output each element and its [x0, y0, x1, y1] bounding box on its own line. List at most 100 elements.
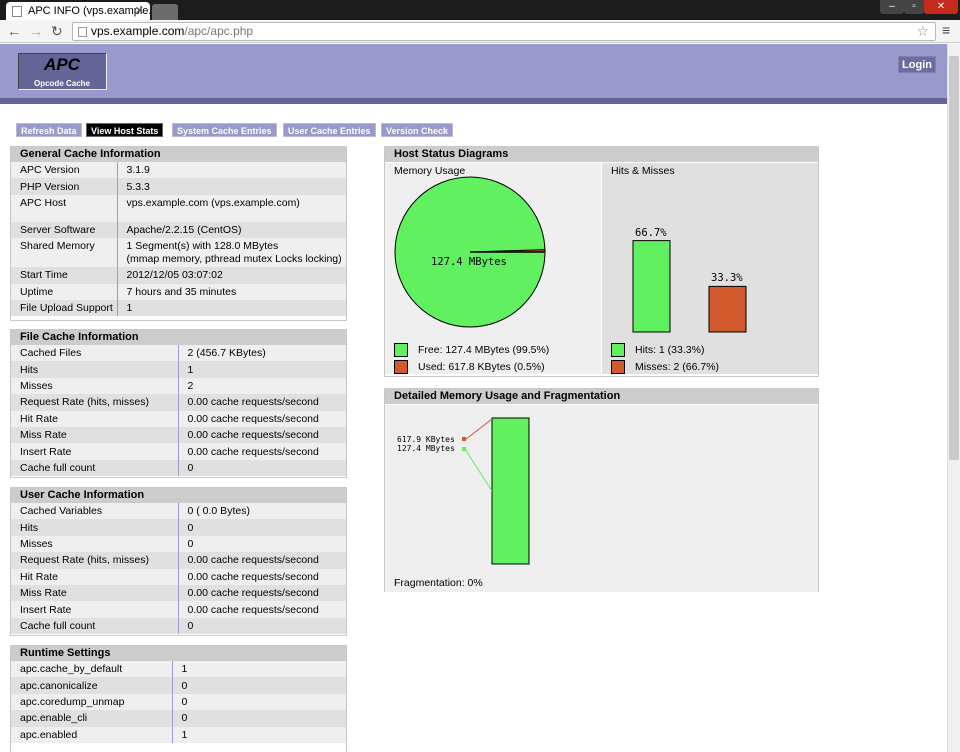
url-field[interactable]: vps.example.com/apc/apc.php ☆ [72, 22, 936, 41]
new-tab-button[interactable] [152, 4, 178, 20]
row-value: 0 [177, 459, 346, 477]
browser-tab[interactable]: APC INFO (vps.example.co ✕ [6, 2, 150, 20]
table-row: Cache full count 0 [11, 617, 346, 635]
shared-memory-line2: (mmap memory, pthread mutex Locks lockin… [126, 253, 342, 266]
bar-left-label: 66.7% [635, 226, 667, 239]
page-icon [12, 6, 22, 17]
row-label: apc.cache_by_default [11, 661, 172, 678]
bar-right-label: 33.3% [711, 272, 743, 285]
general-cache-panel: General Cache Information APC Version 3.1… [10, 146, 347, 321]
panel-title: Host Status Diagrams [385, 147, 818, 162]
back-icon[interactable]: ← [7, 23, 21, 39]
row-value: 0 [171, 677, 346, 694]
panel-title: File Cache Information [11, 330, 346, 345]
row-label: Misses [11, 377, 178, 395]
host-status-panel: Host Status Diagrams Memory Usage 127.4 … [384, 146, 819, 377]
row-label: apc.coredump_unmap [11, 693, 172, 711]
user-cache-entries-button[interactable]: User Cache Entries [283, 123, 376, 137]
row-label: Misses [11, 535, 178, 553]
table-row: Uptime 7 hours and 35 minutes [11, 283, 346, 300]
shared-memory-line1: 1 Segment(s) with 128.0 MBytes [126, 240, 279, 253]
legend-hits: Hits: 1 (33.3%) [635, 344, 705, 356]
row-label: Insert Rate [11, 601, 178, 618]
hits-misses-bar-chart [632, 240, 747, 333]
version-check-button[interactable]: Version Check [381, 123, 454, 137]
reload-icon[interactable]: ↻ [51, 23, 63, 39]
page-header: APC Opcode Cache Login [0, 44, 947, 98]
url-host: vps.example.com [91, 24, 185, 38]
menu-icon[interactable]: ≡ [942, 22, 950, 38]
row-label: Shared Memory [11, 238, 117, 268]
row-value: 1 [177, 361, 346, 378]
scrollbar-thumb[interactable] [949, 56, 959, 460]
row-label: Hits [11, 519, 178, 536]
row-value: 2 (456.7 KBytes) [177, 345, 346, 362]
row-label: Miss Rate [11, 426, 178, 444]
row-value: 3.1.9 [116, 162, 346, 179]
row-label: Request Rate (hits, misses) [11, 394, 178, 411]
legend-swatch-hits [611, 343, 625, 357]
free-marker [462, 447, 466, 451]
address-bar: ← → ↻ vps.example.com/apc/apc.php ☆ ≡ [0, 20, 960, 43]
table-row: Hit Rate 0.00 cache requests/second [11, 568, 346, 585]
row-value: 2012/12/05 03:07:02 [116, 267, 346, 284]
row-value: 5.3.3 [116, 178, 346, 195]
panel-title: Runtime Settings [11, 646, 346, 661]
view-host-stats-button[interactable]: View Host Stats [86, 123, 164, 137]
table-row: Request Rate (hits, misses) 0.00 cache re… [11, 394, 346, 411]
system-cache-entries-button[interactable]: System Cache Entries [172, 123, 277, 137]
table-row: apc.cache_by_default 1 [11, 661, 346, 678]
hits-misses-column: Hits & Misses 66.7% 33.3% Hits: 1 (33.3%… [602, 163, 818, 374]
table-row: Start Time 2012/12/05 03:07:02 [11, 267, 346, 284]
row-value: 0.00 cache requests/second [177, 443, 346, 460]
row-label: Miss Rate [11, 584, 178, 602]
maximize-icon[interactable]: ▫ [904, 0, 924, 14]
table-row: Miss Rate 0.00 cache requests/second [11, 426, 346, 444]
row-value: 0.00 cache requests/second [177, 394, 346, 411]
row-value: vps.example.com (vps.example.com) [116, 194, 346, 222]
free-connector [464, 448, 493, 492]
table-row: Misses 0 [11, 535, 346, 553]
row-value: 0 [171, 693, 346, 711]
refresh-data-button[interactable]: Refresh Data [16, 123, 82, 137]
table-row: Hit Rate 0.00 cache requests/second [11, 410, 346, 427]
fragmentation-chart [462, 417, 530, 565]
close-tab-icon[interactable]: ✕ [135, 4, 144, 17]
panel-title: Detailed Memory Usage and Fragmentation [385, 389, 818, 404]
row-value: 0.00 cache requests/second [177, 601, 346, 618]
header-divider [0, 98, 947, 104]
table-row: Misses 2 [11, 377, 346, 395]
bar-hits-misses-right [708, 285, 747, 333]
table-row: Insert Rate 0.00 cache requests/second [11, 443, 346, 460]
host-status-body: Memory Usage 127.4 MBytes Free: 127.4 MB… [385, 163, 818, 374]
legend-misses: Misses: 2 (66.7%) [635, 361, 720, 373]
row-label: APC Host [11, 194, 117, 222]
logo-subtitle: Opcode Cache [33, 79, 90, 88]
row-value: 1 [171, 661, 346, 678]
table-row: apc.coredump_unmap 0 [11, 693, 346, 711]
window-close-icon[interactable]: ✕ [924, 0, 958, 14]
row-label: apc.enabled [11, 726, 172, 743]
row-label: Request Rate (hits, misses) [11, 552, 178, 569]
row-value: 2 [177, 377, 346, 395]
fragmentation-free-label: 127.4 MBytes [397, 444, 455, 453]
url-path: /apc/apc.php [184, 24, 254, 38]
login-button[interactable]: Login [898, 56, 936, 73]
used-connector [464, 418, 493, 441]
minimize-icon[interactable]: – [880, 0, 904, 14]
row-label: Cache full count [11, 617, 178, 635]
bookmark-star-icon[interactable]: ☆ [916, 23, 929, 40]
fragmentation-footer: Fragmentation: 0% [394, 577, 483, 589]
fragmentation-panel: Detailed Memory Usage and Fragmentation … [384, 388, 819, 592]
panel-title: User Cache Information [11, 488, 346, 503]
legend-swatch-used [394, 360, 408, 374]
row-label: File Upload Support [11, 299, 117, 317]
fragmentation-bar [491, 417, 530, 565]
row-label: Hit Rate [11, 410, 178, 427]
page-content: APC Opcode Cache Login Refresh Data View… [0, 44, 947, 752]
apc-logo: APC Opcode Cache [18, 53, 107, 90]
row-value: Apache/2.2.15 (CentOS) [116, 221, 346, 239]
legend-used: Used: 617.8 KBytes (0.5%) [418, 361, 545, 373]
forward-icon[interactable]: → [29, 23, 43, 39]
row-value: 0 [171, 710, 346, 727]
